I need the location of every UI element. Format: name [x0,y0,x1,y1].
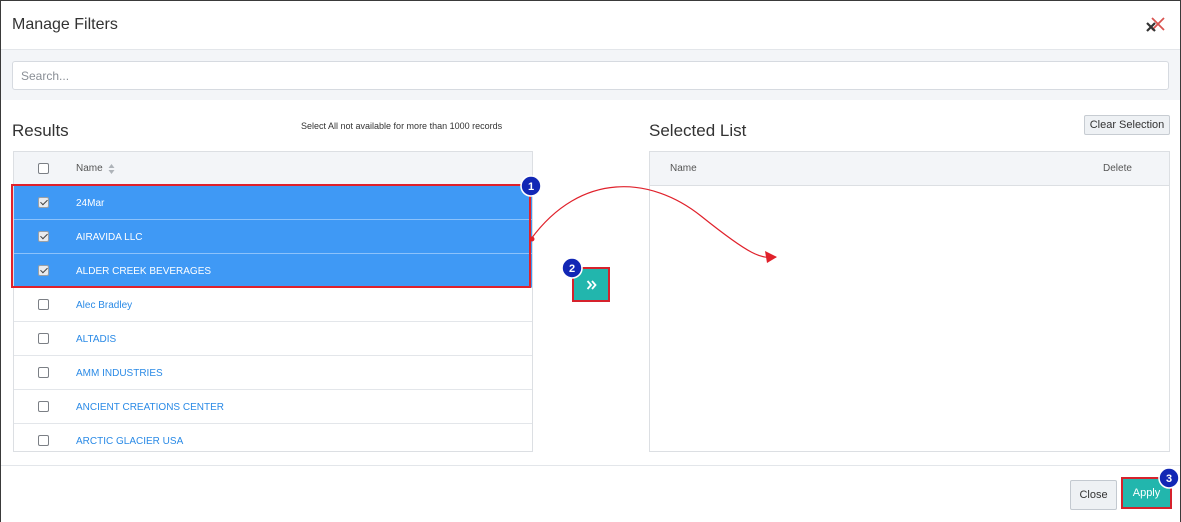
row-checkbox[interactable] [38,367,49,378]
manage-filters-dialog: Manage Filters Results Select All not av… [0,0,1181,522]
clear-selection-button[interactable]: Clear Selection [1084,115,1170,135]
table-row[interactable]: ALTADIS [14,322,532,356]
search-input[interactable] [12,61,1169,90]
clear-icon[interactable] [1142,18,1160,36]
close-button[interactable]: Close [1070,480,1117,510]
double-chevron-right-icon [586,280,597,290]
selected-name-column-header: Name [670,163,697,174]
table-row[interactable]: AMM INDUSTRIES [14,356,532,390]
selected-list-table: Name Delete [649,151,1170,452]
step-badge-1: 1 [520,175,542,197]
row-label[interactable]: ANCIENT CREATIONS CENTER [76,402,224,413]
sort-icon[interactable] [108,162,115,174]
row-checkbox[interactable] [38,333,49,344]
row-label[interactable]: AMM INDUSTRIES [76,368,163,379]
results-table-header: Name [14,152,532,186]
selected-list-heading: Selected List [649,121,747,140]
row-checkbox[interactable] [38,299,49,310]
row-label[interactable]: Alec Bradley [76,300,132,311]
selection-highlight [11,184,531,288]
step-badge-2: 2 [561,257,583,279]
search-bar [1,50,1180,100]
dialog-header: Manage Filters [1,1,1180,50]
row-label[interactable]: ARCTIC GLACIER USA [76,436,183,447]
step-badge-2-label: 2 [569,263,575,275]
row-checkbox[interactable] [38,435,49,446]
selected-list-header: Name Delete [650,152,1169,186]
table-row[interactable]: ANCIENT CREATIONS CENTER [14,390,532,424]
table-row[interactable]: Alec Bradley [14,288,532,322]
name-column-header[interactable]: Name [76,163,103,174]
table-row[interactable]: ARCTIC GLACIER USA [14,424,532,451]
results-heading: Results [12,121,69,140]
select-all-note: Select All not available for more than 1… [301,121,503,131]
delete-column-header: Delete [1103,163,1132,174]
row-checkbox[interactable] [38,401,49,412]
step-badge-3-label: 3 [1166,473,1172,485]
dialog-title: Manage Filters [12,16,118,33]
step-badge-3: 3 [1158,467,1180,489]
step-badge-1-label: 1 [528,181,534,193]
row-label[interactable]: ALTADIS [76,334,116,345]
select-all-checkbox[interactable] [38,163,49,174]
dialog-footer [1,465,1180,522]
